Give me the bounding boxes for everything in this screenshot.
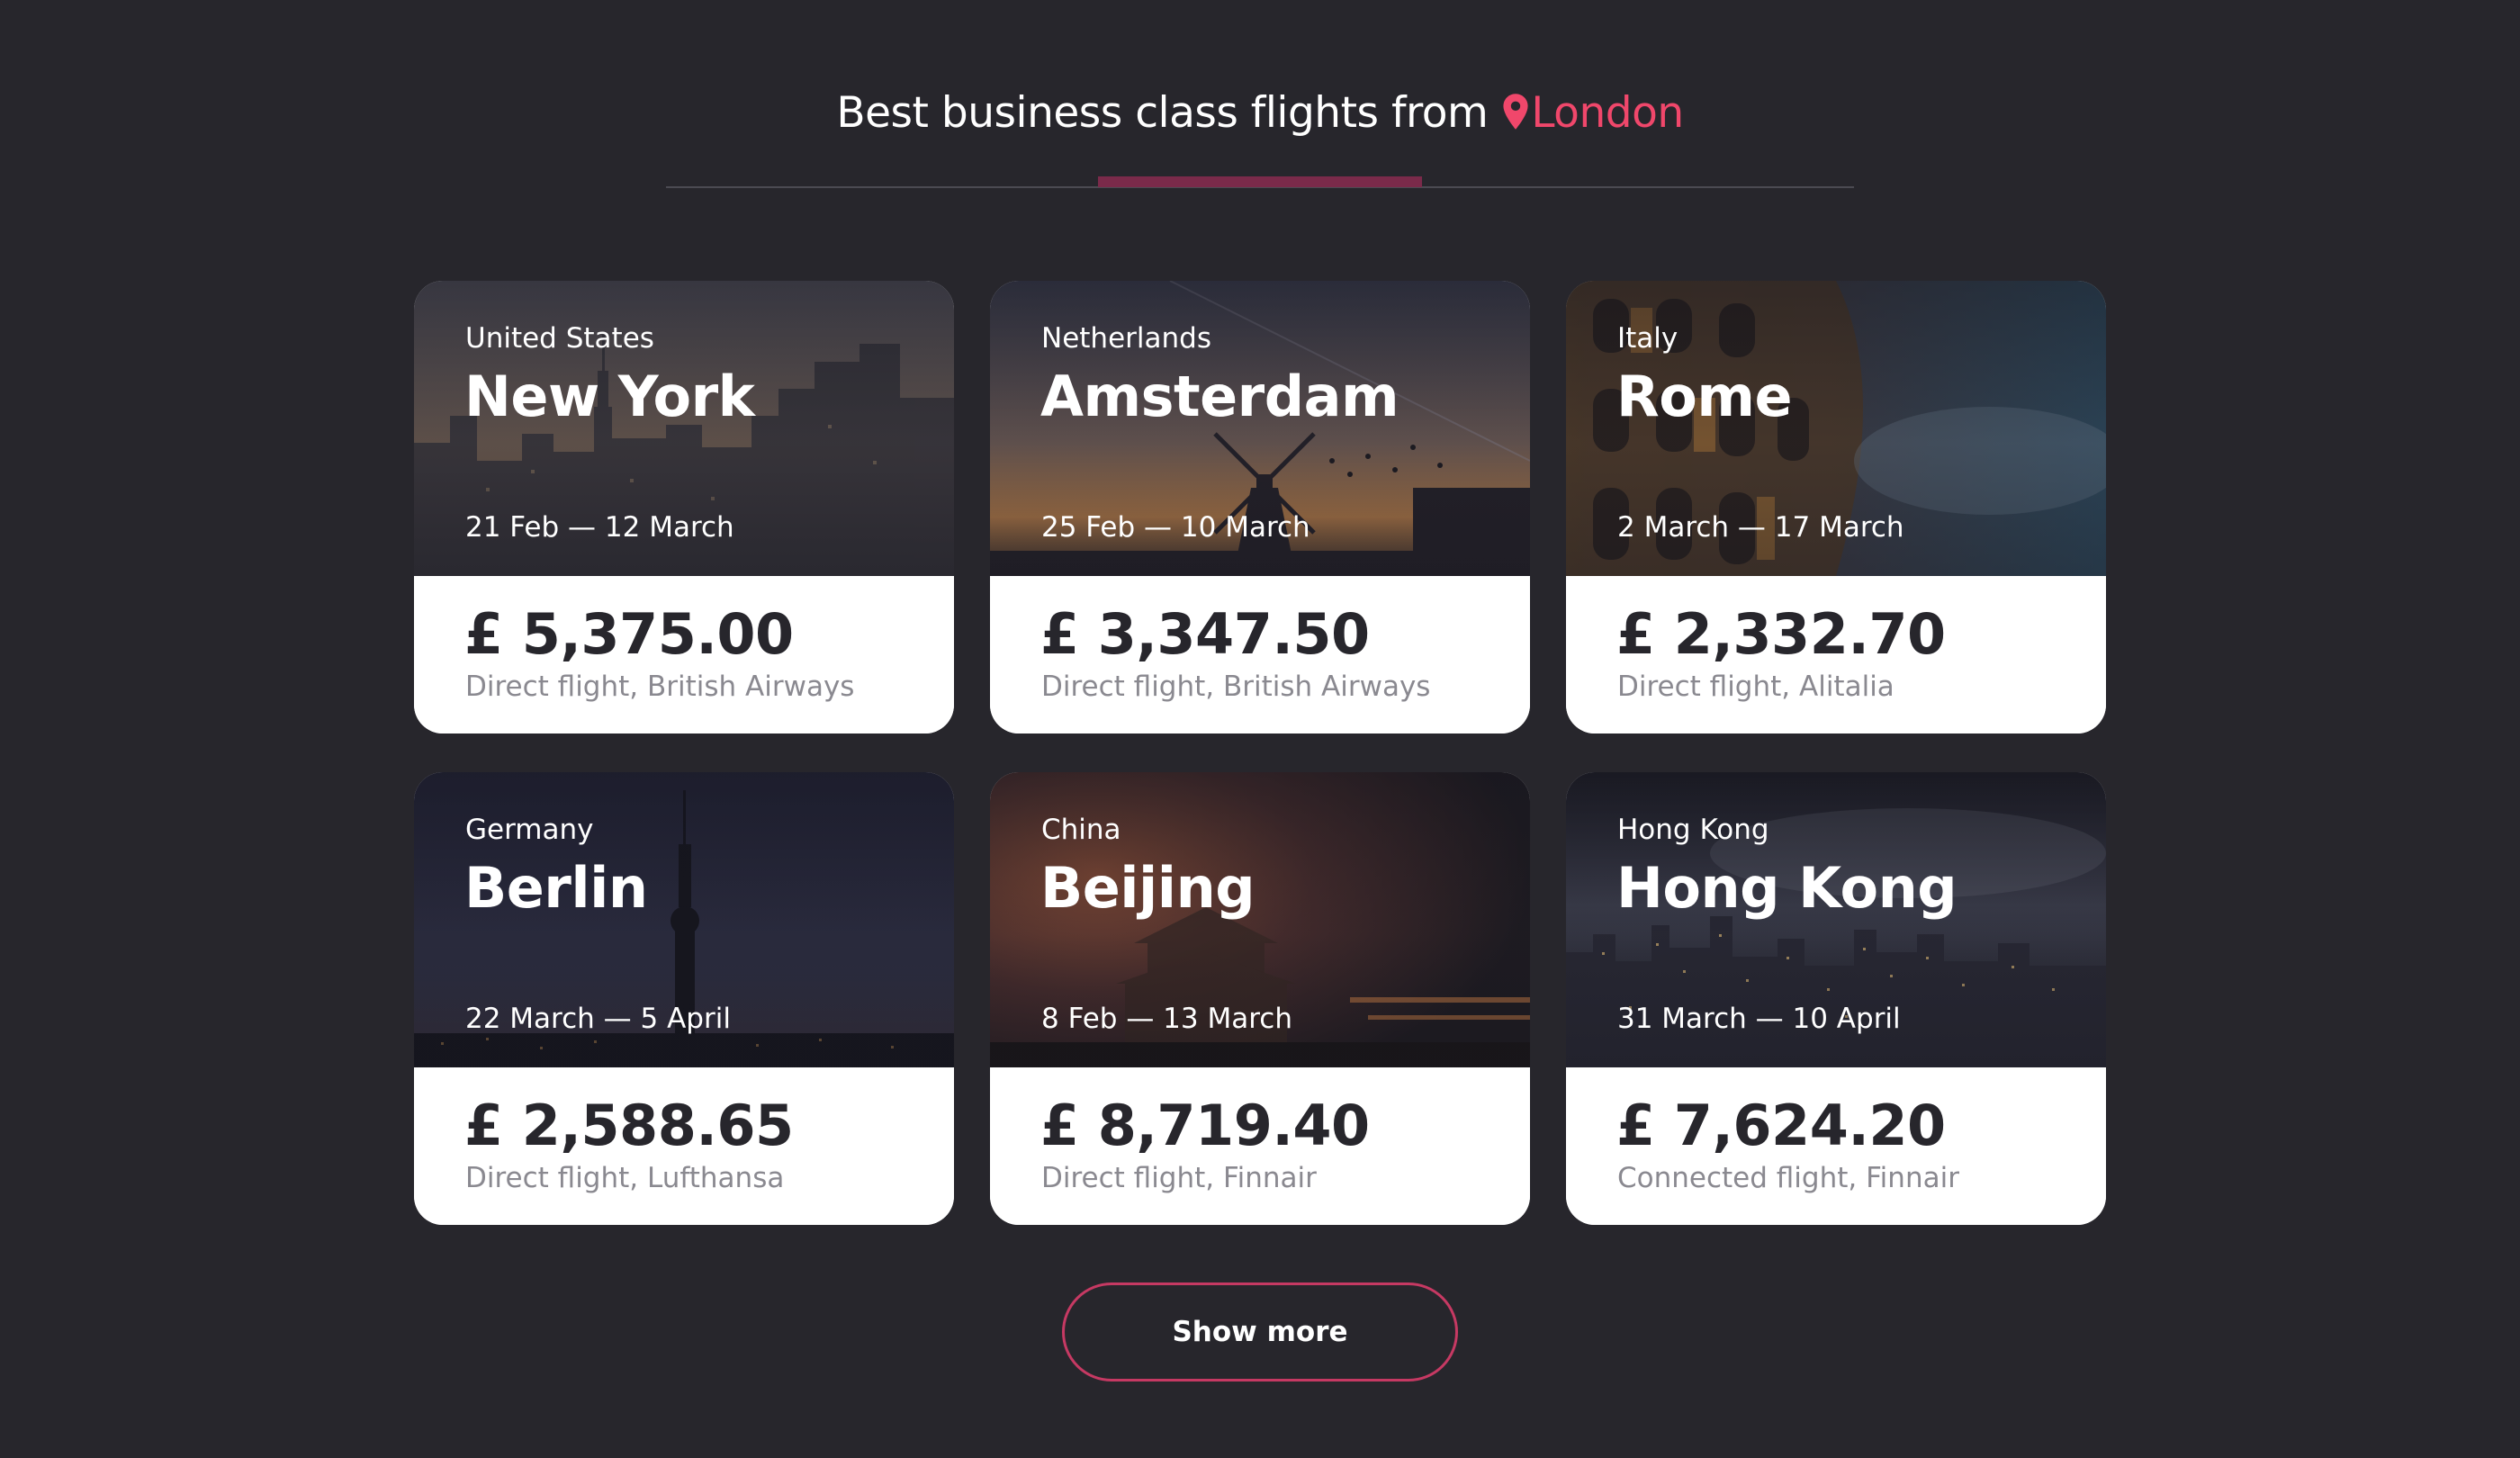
- card-image: Netherlands Amsterdam 25 Feb — 10 March: [990, 281, 1530, 576]
- heading-divider-accent: [1098, 176, 1422, 187]
- card-details: £ 2,588.65 Direct flight, Lufthansa: [414, 1067, 954, 1225]
- card-flight-info: Direct flight, British Airways: [1041, 670, 1431, 703]
- card-city: New York: [464, 364, 755, 429]
- page: Best business class flights from London: [0, 0, 2520, 1458]
- destination-card[interactable]: Germany Berlin 22 March — 5 April £ 2,58…: [414, 772, 954, 1225]
- card-dates: 21 Feb — 12 March: [465, 511, 734, 544]
- card-country: China: [1041, 814, 1121, 846]
- destination-card[interactable]: Italy Rome 2 March — 17 March £ 2,332.70…: [1566, 281, 2106, 734]
- card-dates: 31 March — 10 April: [1617, 1003, 1901, 1035]
- card-price: £ 8,719.40: [1040, 1093, 1370, 1158]
- card-flight-info: Direct flight, British Airways: [465, 670, 855, 703]
- card-flight-info: Direct flight, Lufthansa: [465, 1162, 785, 1194]
- card-dates: 2 March — 17 March: [1617, 511, 1904, 544]
- card-flight-info: Direct flight, Finnair: [1041, 1162, 1317, 1194]
- card-dates: 22 March — 5 April: [465, 1003, 731, 1035]
- origin-city[interactable]: London: [1531, 88, 1684, 138]
- card-city: Rome: [1616, 364, 1793, 429]
- card-price: £ 5,375.00: [464, 601, 794, 667]
- card-image: Italy Rome 2 March — 17 March: [1566, 281, 2106, 576]
- show-more-button[interactable]: Show more: [1062, 1282, 1458, 1382]
- card-dates: 8 Feb — 13 March: [1041, 1003, 1292, 1035]
- card-details: £ 3,347.50 Direct flight, British Airway…: [990, 576, 1530, 734]
- card-details: £ 8,719.40 Direct flight, Finnair: [990, 1067, 1530, 1225]
- card-country: United States: [465, 322, 654, 355]
- card-details: £ 2,332.70 Direct flight, Alitalia: [1566, 576, 2106, 734]
- card-country: Netherlands: [1041, 322, 1211, 355]
- card-details: £ 5,375.00 Direct flight, British Airway…: [414, 576, 954, 734]
- card-details: £ 7,624.20 Connected flight, Finnair: [1566, 1067, 2106, 1225]
- destination-card[interactable]: United States New York 21 Feb — 12 March…: [414, 281, 954, 734]
- card-city: Hong Kong: [1616, 855, 1958, 921]
- section-heading: Best business class flights from London: [0, 88, 2520, 138]
- card-city: Amsterdam: [1040, 364, 1400, 429]
- heading-text: Best business class flights from: [836, 88, 1489, 138]
- card-country: Italy: [1617, 322, 1678, 355]
- card-price: £ 2,588.65: [464, 1093, 794, 1158]
- destination-card[interactable]: Netherlands Amsterdam 25 Feb — 10 March …: [990, 281, 1530, 734]
- card-dates: 25 Feb — 10 March: [1041, 511, 1310, 544]
- location-pin-icon: [1503, 94, 1528, 130]
- card-image: Hong Kong Hong Kong 31 March — 10 April: [1566, 772, 2106, 1067]
- destination-card[interactable]: China Beijing 8 Feb — 13 March £ 8,719.4…: [990, 772, 1530, 1225]
- card-flight-info: Direct flight, Alitalia: [1617, 670, 1894, 703]
- card-price: £ 2,332.70: [1616, 601, 1946, 667]
- card-city: Beijing: [1040, 855, 1256, 921]
- destination-card[interactable]: Hong Kong Hong Kong 31 March — 10 April …: [1566, 772, 2106, 1225]
- card-flight-info: Connected flight, Finnair: [1617, 1162, 1959, 1194]
- card-country: Hong Kong: [1617, 814, 1769, 846]
- card-image: China Beijing 8 Feb — 13 March: [990, 772, 1530, 1067]
- card-city: Berlin: [464, 855, 648, 921]
- card-country: Germany: [465, 814, 594, 846]
- card-image: United States New York 21 Feb — 12 March: [414, 281, 954, 576]
- card-price: £ 3,347.50: [1040, 601, 1370, 667]
- card-image: Germany Berlin 22 March — 5 April: [414, 772, 954, 1067]
- card-price: £ 7,624.20: [1616, 1093, 1946, 1158]
